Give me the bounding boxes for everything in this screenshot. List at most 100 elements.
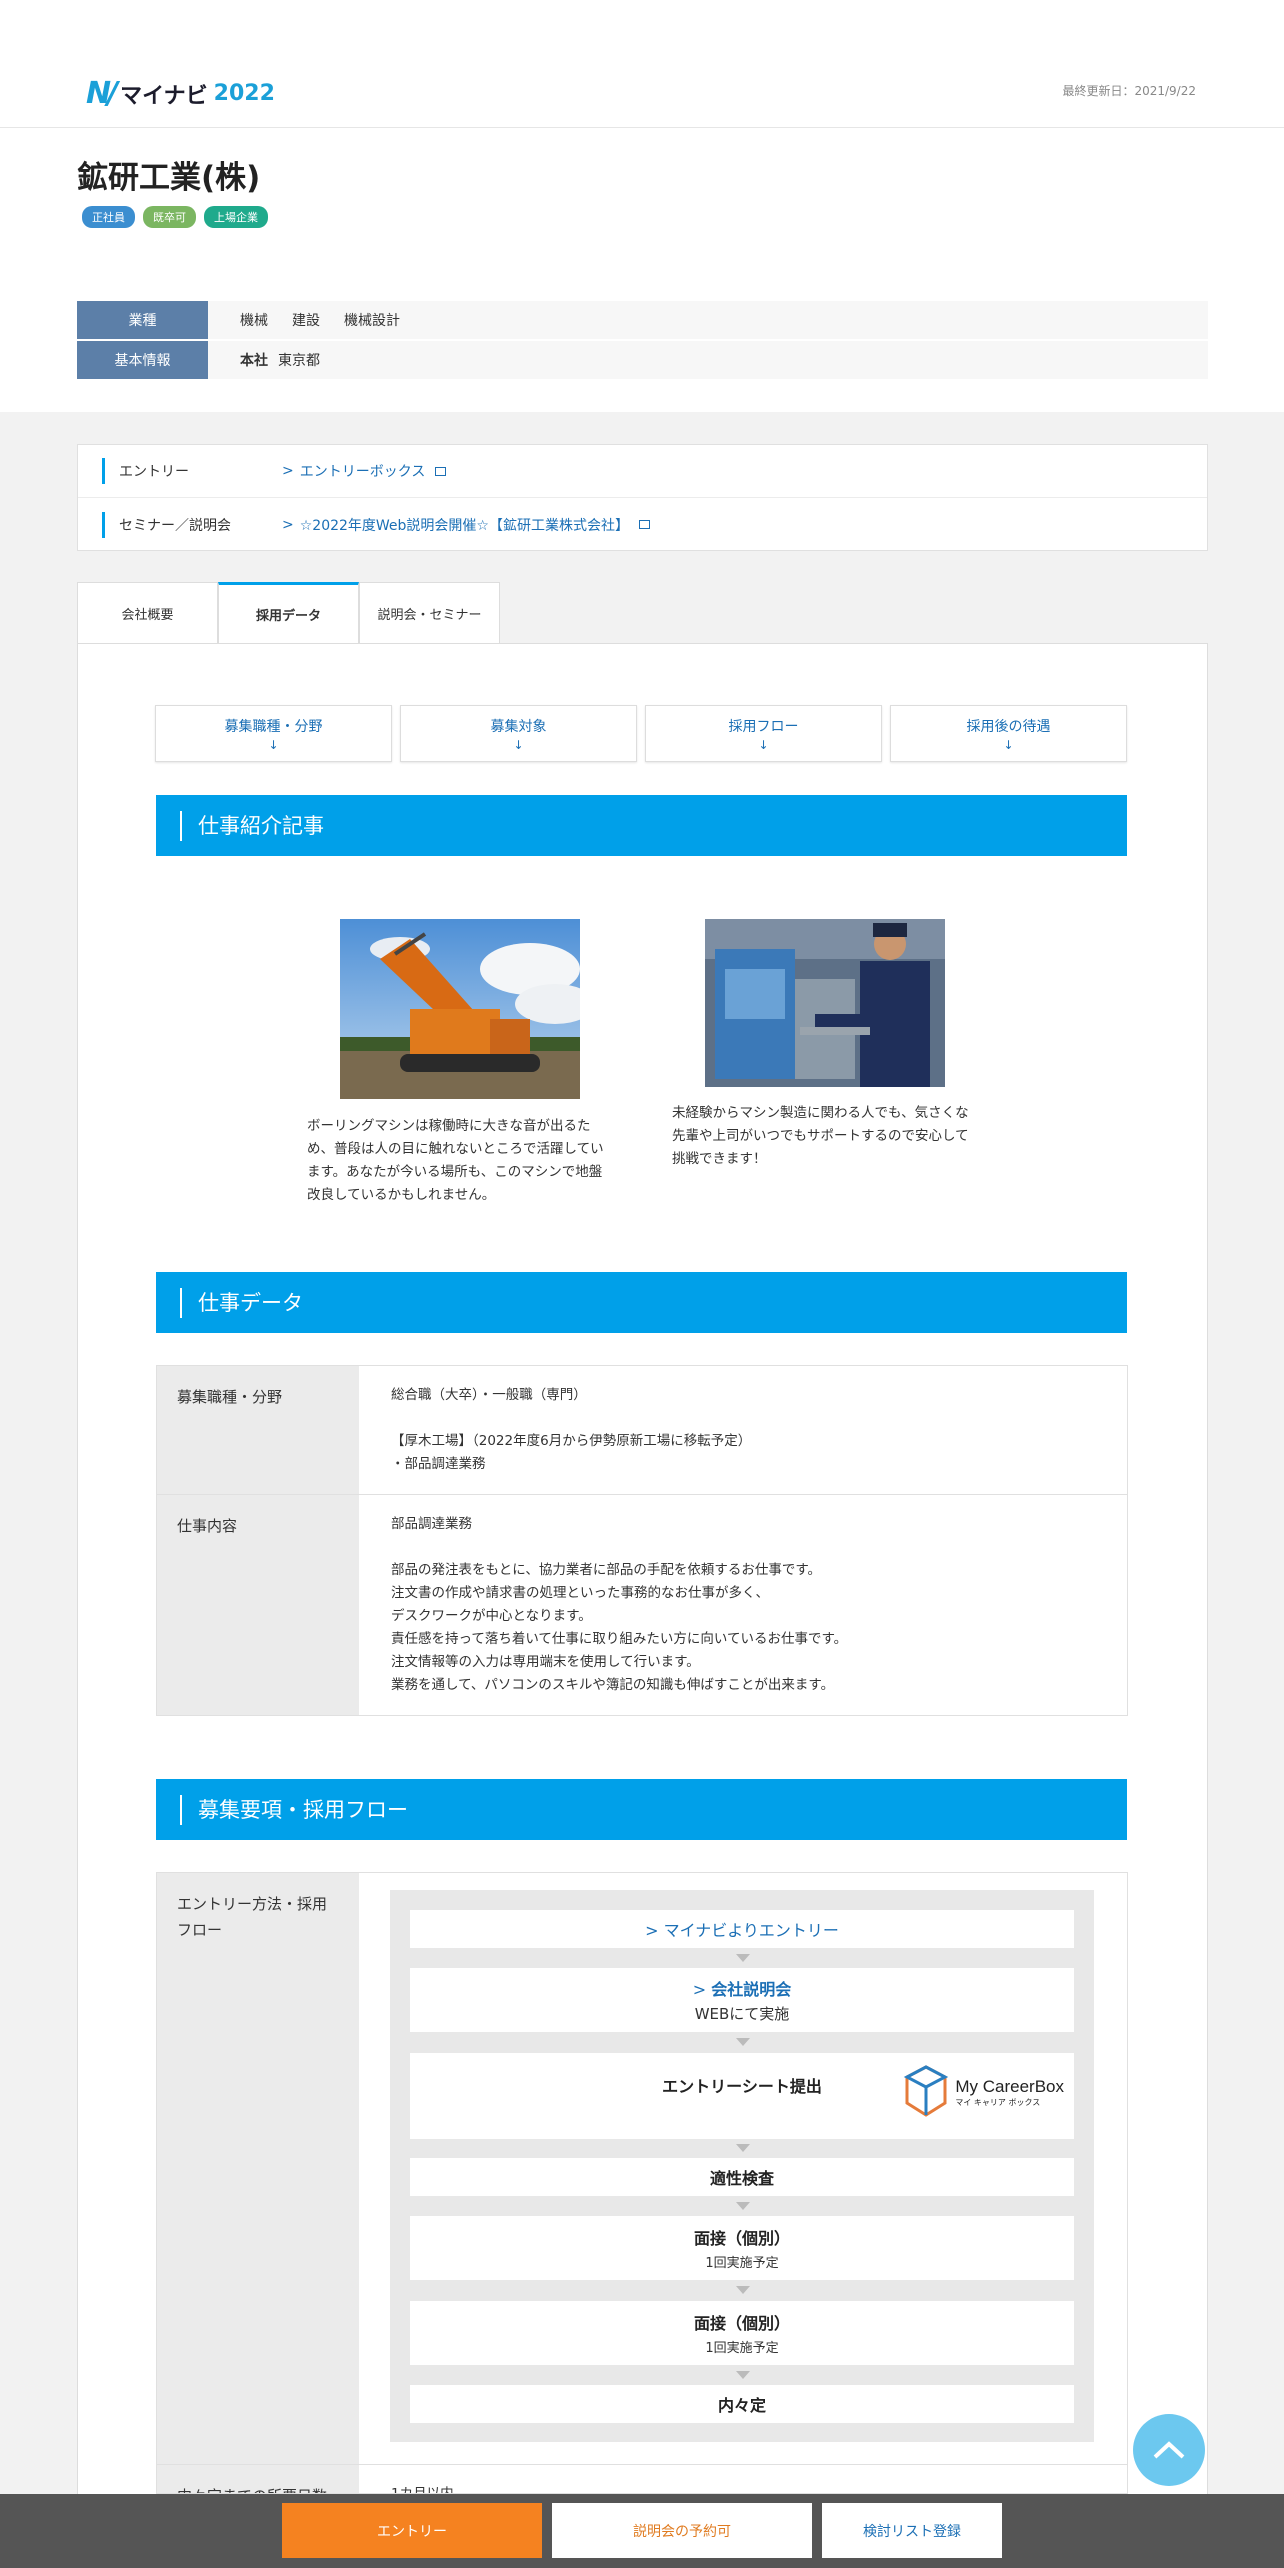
row-header: 内々定までの所要日数: [157, 2465, 359, 2493]
section-subnav: 募集職種・分野 ↓ 募集対象 ↓ 採用フロー ↓ 採用後の待遇 ↓: [155, 705, 1127, 762]
seminar-link[interactable]: > ☆2022年度Web説明会開催☆【鉱研工業株式会社】: [282, 515, 650, 535]
row-header: 募集職種・分野: [157, 1366, 359, 1494]
my-careerbox-logo[interactable]: My CareerBox マイ キャリア ボックス: [903, 2063, 1064, 2121]
flow-step-label: マイナビよりエントリー: [663, 1921, 839, 1940]
tag-fulltime: 正社員: [82, 206, 135, 228]
tag-graduate-ok: 既卒可: [143, 206, 196, 228]
article-caption-1: ボーリングマシンは稼働時に大きな音が出るため、普段は人の目に触れないところで活躍…: [307, 1118, 604, 1203]
seminar-link-text: ☆2022年度Web説明会開催☆【鉱研工業株式会社】: [299, 517, 629, 534]
industry-item: 機械: [240, 313, 268, 329]
text-line: 注文情報等の入力は専用端末を使用して行います。: [391, 1654, 700, 1670]
basic-info-label: 基本情報: [77, 341, 208, 379]
section-title: 募集要項・採用フロー: [180, 1794, 408, 1825]
subnav-label: 採用フロー: [728, 718, 799, 735]
flow-step-label: 内々定: [717, 2396, 766, 2415]
entry-button[interactable]: エントリー: [282, 2503, 542, 2558]
subnav-label: 募集対象: [490, 718, 547, 735]
row-header: エントリー方法・採用フロー: [157, 1873, 359, 2464]
flow-step-label: 適性検査: [709, 2169, 774, 2188]
flow-seminar-link: > 会社説明会: [693, 1976, 792, 2000]
industry-item: 建設: [292, 313, 320, 329]
drilling-machine-photo: [340, 919, 595, 1099]
mynavi-logo[interactable]: N/ マイナビ 2022: [86, 76, 275, 111]
last-updated: 最終更新日：2021/9/22: [1062, 84, 1196, 98]
row-value: 1カ月以内: [391, 2486, 454, 2494]
tab-company-overview[interactable]: 会社概要: [77, 582, 218, 644]
subnav-flow[interactable]: 採用フロー ↓: [645, 705, 882, 762]
factory-worker-photo: [705, 919, 945, 1087]
flow-entry-link: > マイナビよりエントリー: [645, 1917, 839, 1941]
flow-step-aptitude: 適性検査: [410, 2158, 1074, 2196]
tag-listed: 上場企業: [204, 206, 268, 228]
chevron-right-icon: >: [645, 1921, 664, 1940]
chevron-right-icon: >: [282, 463, 294, 479]
table-row: 募集職種・分野 総合職（大卒）・一般職（専門） 【厚木工場】（2022年度6月か…: [157, 1366, 1127, 1495]
tab-seminar[interactable]: 説明会・セミナー: [359, 582, 500, 644]
entry-box-text: エントリーボックス: [299, 464, 426, 480]
subnav-label: 募集職種・分野: [224, 718, 323, 735]
table-row: 仕事内容 部品調達業務 部品の発注表をもとに、協力業者に部品の手配を依頼するお仕…: [157, 1495, 1127, 1715]
page-tabs: 会社概要 採用データ 説明会・セミナー: [77, 582, 500, 644]
flow-step-seminar[interactable]: > 会社説明会 WEBにて実施: [410, 1968, 1074, 2032]
logo-name: マイナビ: [120, 83, 208, 109]
seminar-label: セミナー／説明会: [102, 511, 282, 538]
chevron-up-icon: [1153, 2441, 1185, 2459]
text-line: ・部品調達業務: [391, 1456, 486, 1472]
seminar-row: セミナー／説明会 > ☆2022年度Web説明会開催☆【鉱研工業株式会社】: [78, 498, 1207, 551]
add-to-list-button[interactable]: 検討リスト登録: [822, 2503, 1002, 2558]
industry-row: 業種 機械 建設 機械設計: [77, 301, 1208, 339]
arrow-down-icon: ↓: [1003, 737, 1014, 752]
industry-label: 業種: [77, 301, 208, 339]
basic-info-values: 本社 東京都: [208, 341, 1208, 379]
section-heading-articles: 仕事紹介記事: [156, 795, 1127, 856]
row-value: 総合職（大卒）・一般職（専門） 【厚木工場】（2022年度6月から伊勢原新工場に…: [359, 1366, 1127, 1494]
flow-step-label: 面接（個別）: [693, 2229, 790, 2248]
row-value: 部品調達業務 部品の発注表をもとに、協力業者に部品の手配を依頼するお仕事です。 …: [359, 1495, 1127, 1715]
table-row: 内々定までの所要日数 1カ月以内: [157, 2465, 1127, 2494]
careerbox-sub: マイ キャリア ボックス: [955, 2097, 1041, 2107]
hq-value: 東京都: [278, 353, 320, 369]
recruit-flow: > マイナビよりエントリー > 会社説明会 WEBにて実施 エントリーシート提出…: [390, 1890, 1094, 2442]
seminar-reserve-button[interactable]: 説明会の予約可: [552, 2503, 812, 2558]
arrow-down-icon: [736, 2286, 750, 2294]
entry-label: エントリー: [102, 458, 282, 484]
arrow-down-icon: ↓: [513, 737, 524, 752]
page-top-button[interactable]: [1133, 2414, 1205, 2486]
subnav-benefits[interactable]: 採用後の待遇 ↓: [890, 705, 1127, 762]
subnav-positions[interactable]: 募集職種・分野 ↓: [155, 705, 392, 762]
tab-recruit-data[interactable]: 採用データ: [218, 582, 359, 644]
industry-item: 機械設計: [344, 313, 400, 329]
flow-step-label: エントリーシート提出: [662, 2077, 822, 2096]
company-name: 鉱研工業(株): [77, 160, 261, 196]
text-line: デスクワークが中心となります。: [391, 1608, 592, 1624]
basic-info-row: 基本情報 本社 東京都: [77, 341, 1208, 379]
text-line: 業務を通して、パソコンのスキルや簿記の知識も伸ばすことが出来ます。: [391, 1677, 835, 1693]
careerbox-cube-icon: [904, 2065, 949, 2117]
row-header: 仕事内容: [157, 1495, 359, 1715]
flow-step-interview-2: 面接（個別） 1回実施予定: [410, 2301, 1074, 2365]
careerbox-name: My CareerBox: [955, 2076, 1064, 2096]
hq-label: 本社: [240, 353, 268, 369]
text-line: 【厚木工場】（2022年度6月から伊勢原新工場に移転予定）: [391, 1433, 752, 1449]
flow-step-es: エントリーシート提出 My CareerBox マイ キャリア ボックス: [410, 2053, 1074, 2139]
section-heading-requirements: 募集要項・採用フロー: [156, 1779, 1127, 1840]
flow-step-offer: 内々定: [410, 2385, 1074, 2423]
logo-mark-icon: N/: [86, 76, 118, 111]
flow-step-label: 面接（個別）: [693, 2314, 790, 2333]
arrow-down-icon: [736, 2038, 750, 2046]
chevron-right-icon: >: [692, 1980, 712, 1999]
entry-box-link[interactable]: > エントリーボックス: [282, 461, 447, 481]
flow-step-sub: 1回実施予定: [705, 2256, 779, 2271]
entry-links: エントリー > エントリーボックス セミナー／説明会 > ☆2022年度Web説…: [77, 444, 1208, 551]
external-link-icon: [435, 466, 447, 476]
subnav-targets[interactable]: 募集対象 ↓: [400, 705, 637, 762]
header-area: N/ マイナビ 2022 最終更新日：2021/9/22 鉱研工業(株) 正社員…: [0, 0, 1284, 412]
company-info: 業種 機械 建設 機械設計 基本情報 本社 東京都: [77, 301, 1208, 381]
flow-step-entry[interactable]: > マイナビよりエントリー: [410, 1910, 1074, 1948]
text-line: 部品の発注表をもとに、協力業者に部品の手配を依頼するお仕事です。: [391, 1562, 821, 1578]
arrow-down-icon: ↓: [268, 737, 279, 752]
industry-values: 機械 建設 機械設計: [208, 301, 1208, 339]
top-bar: N/ マイナビ 2022 最終更新日：2021/9/22: [0, 0, 1284, 128]
